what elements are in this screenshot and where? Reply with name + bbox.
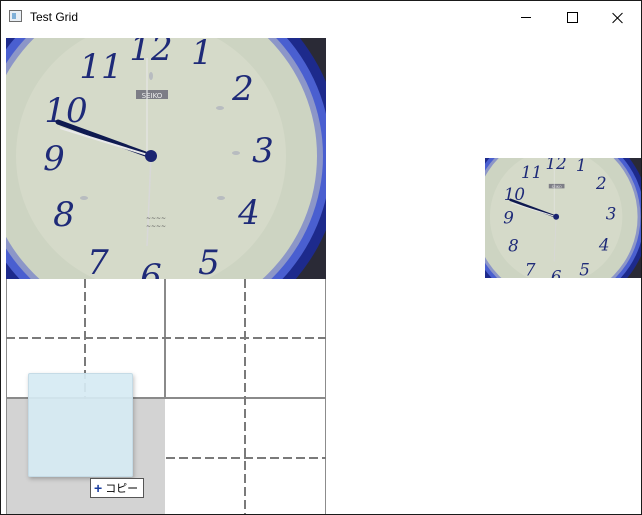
grid-line-dashed — [6, 337, 326, 339]
drag-copy-label: コピー — [105, 483, 139, 495]
clock-photo-small: 12 1 2 3 4 5 6 7 8 9 10 11 SEIKO — [485, 158, 641, 278]
plus-icon: + — [94, 480, 103, 496]
numeral-11: 11 — [79, 47, 122, 87]
numeral-5: 5 — [579, 259, 590, 278]
app-window: Test Grid 12 1 2 3 4 5 6 7 8 9 10 11 SEI… — [0, 0, 642, 515]
numeral-6: 6 — [551, 266, 562, 278]
svg-text:~~~~: ~~~~ — [146, 223, 166, 230]
title-bar[interactable]: Test Grid — [1, 1, 641, 34]
numeral-12: 12 — [129, 38, 172, 69]
numeral-4: 4 — [237, 193, 260, 233]
numeral-7: 7 — [87, 243, 109, 279]
window-title: Test Grid — [30, 10, 79, 24]
numeral-1: 1 — [191, 38, 213, 73]
drag-preview — [28, 373, 133, 477]
numeral-3: 3 — [252, 131, 274, 171]
numeral-5: 5 — [198, 243, 220, 279]
close-icon — [612, 12, 624, 24]
app-window-icon — [9, 10, 22, 22]
clock-image-large[interactable]: 12 1 2 3 4 5 6 7 8 9 10 11 SEIKO ~~~~ ~~… — [6, 38, 326, 279]
brand-logo: SEIKO — [142, 92, 163, 100]
numeral-1: 1 — [576, 158, 587, 175]
numeral-12: 12 — [546, 158, 567, 173]
numeral-6: 6 — [140, 257, 162, 279]
minimize-icon — [521, 17, 531, 18]
numeral-9: 9 — [503, 208, 514, 228]
numeral-3: 3 — [606, 204, 617, 224]
drag-copy-tooltip: + コピー — [90, 478, 145, 498]
numeral-2: 2 — [595, 173, 607, 193]
grid-line-dashed — [244, 279, 246, 514]
numeral-7: 7 — [525, 259, 536, 278]
maximize-button[interactable] — [549, 1, 595, 34]
maximize-icon — [566, 12, 578, 23]
numeral-2: 2 — [231, 69, 254, 109]
grid-line-solid — [164, 279, 166, 399]
clock-image-small[interactable]: 12 1 2 3 4 5 6 7 8 9 10 11 SEIKO — [485, 158, 641, 278]
close-button[interactable] — [595, 1, 641, 34]
numeral-8: 8 — [508, 235, 519, 255]
svg-text:~~~~: ~~~~ — [146, 215, 166, 222]
grid-line-dashed — [166, 457, 326, 459]
numeral-4: 4 — [598, 234, 610, 254]
numeral-8: 8 — [53, 195, 75, 235]
brand-logo: SEIKO — [552, 185, 562, 189]
numeral-9: 9 — [43, 139, 65, 179]
numeral-11: 11 — [521, 162, 542, 182]
minimize-button[interactable] — [503, 1, 549, 34]
clock-photo-large: 12 1 2 3 4 5 6 7 8 9 10 11 SEIKO ~~~~ ~~… — [6, 38, 326, 279]
drop-grid[interactable]: + コピー — [6, 279, 326, 514]
